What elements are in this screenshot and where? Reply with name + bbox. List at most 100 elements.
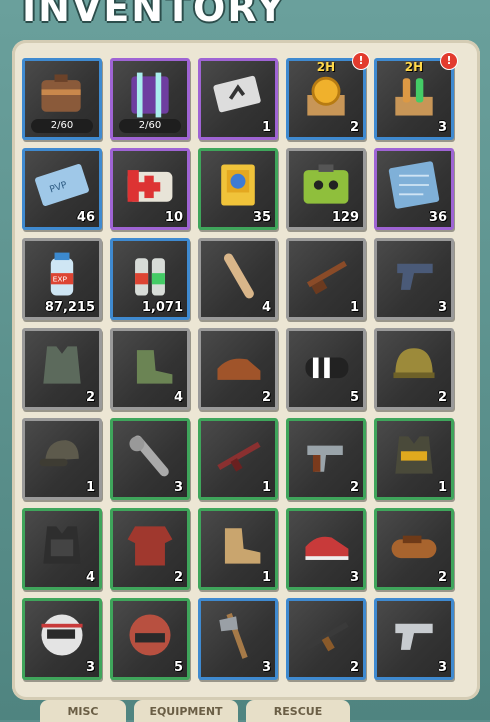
- alert-badge: !: [441, 53, 457, 69]
- inventory-slot-cap[interactable]: 1: [22, 418, 102, 500]
- inventory-slot-ticket-card[interactable]: 1: [198, 58, 278, 140]
- inventory-slot-helmet[interactable]: 2: [374, 328, 454, 410]
- inventory-slot-backpack[interactable]: 2/60: [22, 58, 102, 140]
- inventory-slot-shoes[interactable]: 2: [198, 328, 278, 410]
- slot-count: 3: [349, 570, 359, 585]
- backpack-icon: [33, 67, 91, 123]
- slot-count: 129: [331, 210, 359, 225]
- inventory-slot-wooden-bat[interactable]: 4: [198, 238, 278, 320]
- inventory-slot-slides[interactable]: 5: [286, 328, 366, 410]
- inventory-slot-silver-pistol[interactable]: 3: [374, 598, 454, 680]
- tab-equipment-label: EQUIPMENT: [149, 705, 223, 718]
- inventory-slot-boots[interactable]: 4: [110, 328, 190, 410]
- inventory-slot-blueprint[interactable]: 36: [374, 148, 454, 230]
- slot-count: 3: [437, 120, 447, 135]
- slot-count: 2: [349, 120, 359, 135]
- slot-count: 3: [261, 660, 271, 675]
- slot-count: 1: [349, 300, 359, 315]
- inventory-slot-bottle-crate[interactable]: 2H! 3: [374, 53, 457, 140]
- armor-vest-icon: [33, 517, 91, 573]
- inventory-slot-revolver[interactable]: 2: [286, 418, 366, 500]
- page-title: INVENTORY: [22, 0, 287, 30]
- helmet-icon: [385, 337, 443, 393]
- shoes-icon: [209, 337, 267, 393]
- revolver-icon: [297, 427, 355, 483]
- slot-capacity: 2/60: [31, 119, 93, 133]
- tab-rescue-label: RESCUE: [273, 705, 323, 718]
- inventory-slot-energy-drinks[interactable]: 1,071: [110, 238, 190, 320]
- container-icon: [121, 67, 179, 123]
- hatchet-icon: [209, 607, 267, 663]
- slot-count: 1: [85, 480, 95, 495]
- slot-count: 35: [252, 210, 271, 225]
- slot-count: 2: [173, 570, 183, 585]
- inventory-slot-gold-coin-crate[interactable]: 2H! 2: [286, 53, 369, 140]
- inventory-slot-hatchet[interactable]: 3: [198, 598, 278, 680]
- sneakers-icon: [297, 517, 355, 573]
- tab-misc[interactable]: MISC: [40, 700, 126, 722]
- exp-bottle-icon: EXP: [33, 247, 91, 303]
- boots-icon: [121, 337, 179, 393]
- sandals-icon: [385, 517, 443, 573]
- inventory-slot-sweater[interactable]: 2: [110, 508, 190, 590]
- alert-badge: !: [353, 53, 369, 69]
- tactical-vest-icon: [385, 427, 443, 483]
- svg-text:EXP: EXP: [53, 275, 68, 284]
- rifle-icon: [297, 247, 355, 303]
- inventory-slot-book[interactable]: 35: [198, 148, 278, 230]
- medkit-icon: [121, 157, 179, 213]
- slides-icon: [297, 337, 355, 393]
- vest-icon: [33, 337, 91, 393]
- slot-capacity: 2/60: [119, 119, 181, 133]
- energy-drinks-icon: [121, 247, 179, 303]
- pvp-ticket-icon: PVP: [33, 157, 91, 213]
- inventory-slot-sandals[interactable]: 2: [374, 508, 454, 590]
- tab-rescue[interactable]: RESCUE: [246, 700, 350, 722]
- inventory-slot-motorcycle-helmet[interactable]: 3: [22, 598, 102, 680]
- assault-rifle-icon: [209, 427, 267, 483]
- spiked-bat-icon: [121, 427, 179, 483]
- inventory-slot-green-case[interactable]: 129: [286, 148, 366, 230]
- inventory-slot-armor-vest[interactable]: 4: [22, 508, 102, 590]
- green-case-icon: [297, 157, 355, 213]
- inventory-slot-vest[interactable]: 2: [22, 328, 102, 410]
- inventory-slot-tactical-vest[interactable]: 1: [374, 418, 454, 500]
- slot-count: 2: [437, 390, 447, 405]
- slot-count: 1: [261, 120, 271, 135]
- slot-timer: 2H: [404, 60, 424, 74]
- inventory-slot-spiked-bat[interactable]: 3: [110, 418, 190, 500]
- pistol-icon: [385, 247, 443, 303]
- slot-count: 3: [173, 480, 183, 495]
- blueprint-icon: [385, 157, 443, 213]
- slot-count: 10: [164, 210, 183, 225]
- slot-count: 4: [261, 300, 271, 315]
- slot-count: 1: [437, 480, 447, 495]
- inventory-slot-container[interactable]: 2/60: [110, 58, 190, 140]
- tab-bar: MISC EQUIPMENT RESCUE: [0, 696, 490, 722]
- slot-count: 1: [261, 480, 271, 495]
- inventory-slot-sneakers[interactable]: 3: [286, 508, 366, 590]
- motorcycle-helmet-icon: [33, 607, 91, 663]
- slot-count: 5: [349, 390, 359, 405]
- inventory-slot-hiking-boots[interactable]: 1: [198, 508, 278, 590]
- sweater-icon: [121, 517, 179, 573]
- slot-count: 3: [437, 300, 447, 315]
- inventory-slot-pvp-ticket[interactable]: PVP 46: [22, 148, 102, 230]
- inventory-slot-medkit[interactable]: 10: [110, 148, 190, 230]
- slot-count: 1: [261, 570, 271, 585]
- slot-count: 3: [85, 660, 95, 675]
- inventory-slot-exp-bottle[interactable]: EXP 87,215: [22, 238, 102, 320]
- ak-rifle-icon: [297, 607, 355, 663]
- inventory-slot-assault-rifle[interactable]: 1: [198, 418, 278, 500]
- slot-timer: 2H: [316, 60, 336, 74]
- slot-count: 3: [437, 660, 447, 675]
- tab-equipment[interactable]: EQUIPMENT: [134, 700, 238, 722]
- book-icon: [209, 157, 267, 213]
- inventory-slot-pistol[interactable]: 3: [374, 238, 454, 320]
- slot-count: 46: [76, 210, 95, 225]
- inventory-slot-military-helmet[interactable]: 5: [110, 598, 190, 680]
- inventory-slot-ak-rifle[interactable]: 2: [286, 598, 366, 680]
- inventory-slot-rifle[interactable]: 1: [286, 238, 366, 320]
- ticket-card-icon: [209, 67, 267, 123]
- wooden-bat-icon: [209, 247, 267, 303]
